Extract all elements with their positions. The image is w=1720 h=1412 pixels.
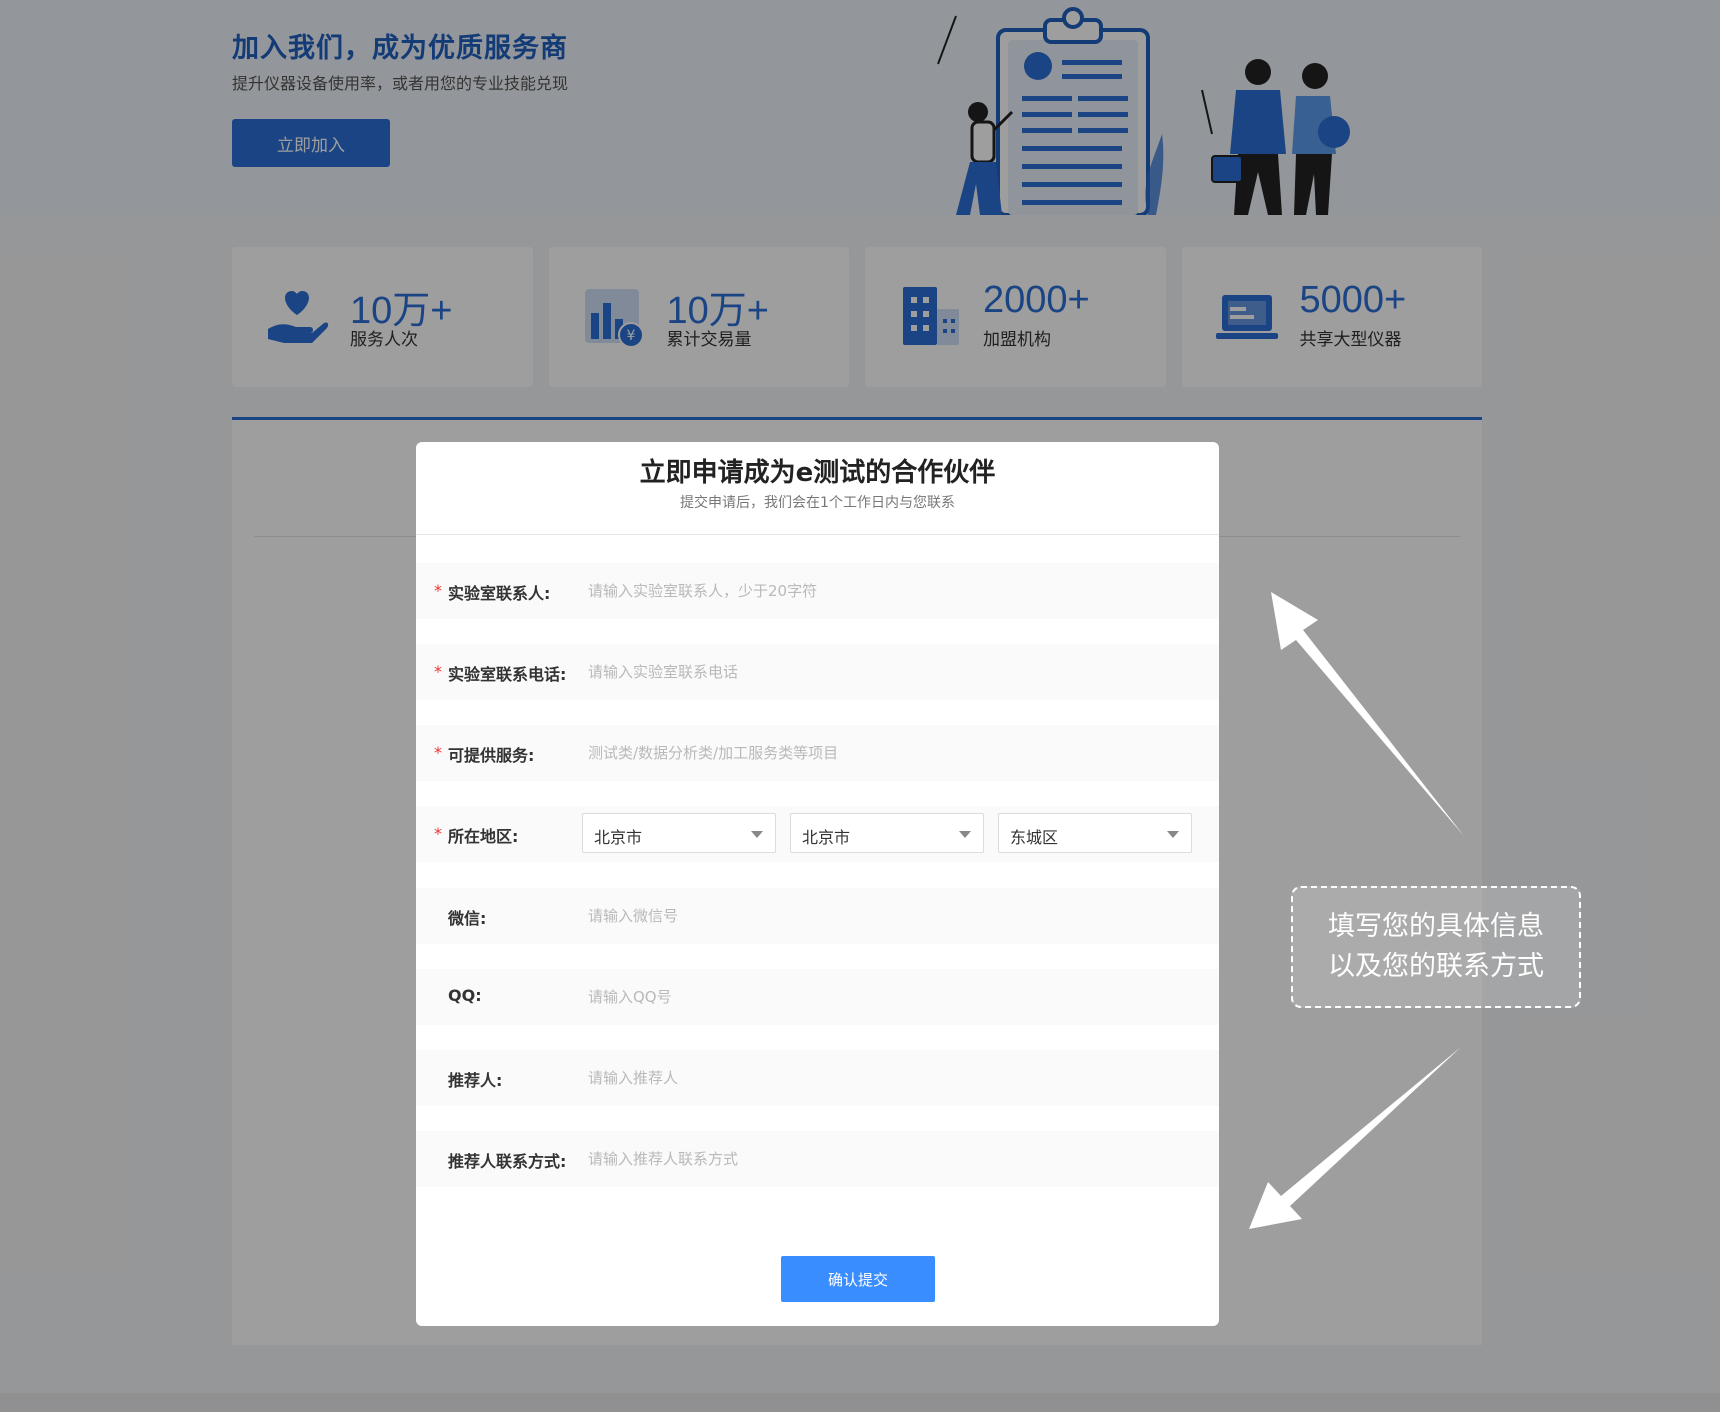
required-mark: * xyxy=(434,662,442,681)
form-row-contact: * 实验室联系人: xyxy=(416,563,1219,619)
form-row-services: * 可提供服务: xyxy=(416,725,1219,781)
wechat-input[interactable] xyxy=(588,898,1198,934)
referrer-contact-label: 推荐人联系方式: xyxy=(448,1152,567,1171)
modal-title: 立即申请成为e测试的合作伙伴 xyxy=(639,458,996,488)
partner-application-modal: 立即申请成为e测试的合作伙伴 提交申请后，我们会在1个工作日内与您联系 * 实验… xyxy=(416,442,1219,1326)
province-select[interactable]: 北京市 xyxy=(582,813,776,853)
wechat-label: 微信: xyxy=(448,909,487,928)
modal-subtitle: 提交申请后，我们会在1个工作日内与您联系 xyxy=(680,495,955,511)
required-mark: * xyxy=(434,743,442,762)
province-value: 北京市 xyxy=(594,828,643,847)
annotation-callout: 填写您的具体信息 以及您的联系方式 xyxy=(1291,886,1581,1008)
form-row-qq: QQ: xyxy=(416,969,1219,1025)
qq-input[interactable] xyxy=(588,979,1198,1015)
referrer-input[interactable] xyxy=(588,1060,1198,1096)
chevron-down-icon xyxy=(1167,831,1179,838)
callout-line-1: 填写您的具体信息 xyxy=(1328,911,1544,942)
form-row-referrer-contact: 推荐人联系方式: xyxy=(416,1131,1219,1187)
chevron-down-icon xyxy=(751,831,763,838)
form-row-wechat: 微信: xyxy=(416,888,1219,944)
contact-label: 实验室联系人: xyxy=(448,584,551,603)
district-select[interactable]: 东城区 xyxy=(998,813,1192,853)
required-mark: * xyxy=(434,824,442,843)
chevron-down-icon xyxy=(959,831,971,838)
callout-line-2: 以及您的联系方式 xyxy=(1328,951,1544,982)
services-input[interactable] xyxy=(588,735,1198,771)
required-mark: * xyxy=(434,581,442,600)
city-value: 北京市 xyxy=(802,828,851,847)
phone-input[interactable] xyxy=(588,654,1198,690)
district-value: 东城区 xyxy=(1010,828,1059,847)
form-row-phone: * 实验室联系电话: xyxy=(416,644,1219,700)
contact-input[interactable] xyxy=(588,573,1198,609)
city-select[interactable]: 北京市 xyxy=(790,813,984,853)
referrer-contact-input[interactable] xyxy=(588,1141,1198,1177)
submit-button[interactable]: 确认提交 xyxy=(781,1256,935,1302)
region-label: 所在地区: xyxy=(448,827,519,846)
modal-divider xyxy=(416,534,1219,535)
services-label: 可提供服务: xyxy=(448,746,535,765)
form-row-region: * 所在地区: 北京市 北京市 东城区 xyxy=(416,806,1219,862)
phone-label: 实验室联系电话: xyxy=(448,665,567,684)
referrer-label: 推荐人: xyxy=(448,1071,503,1090)
form-row-referrer: 推荐人: xyxy=(416,1050,1219,1106)
qq-label: QQ: xyxy=(448,986,482,1005)
